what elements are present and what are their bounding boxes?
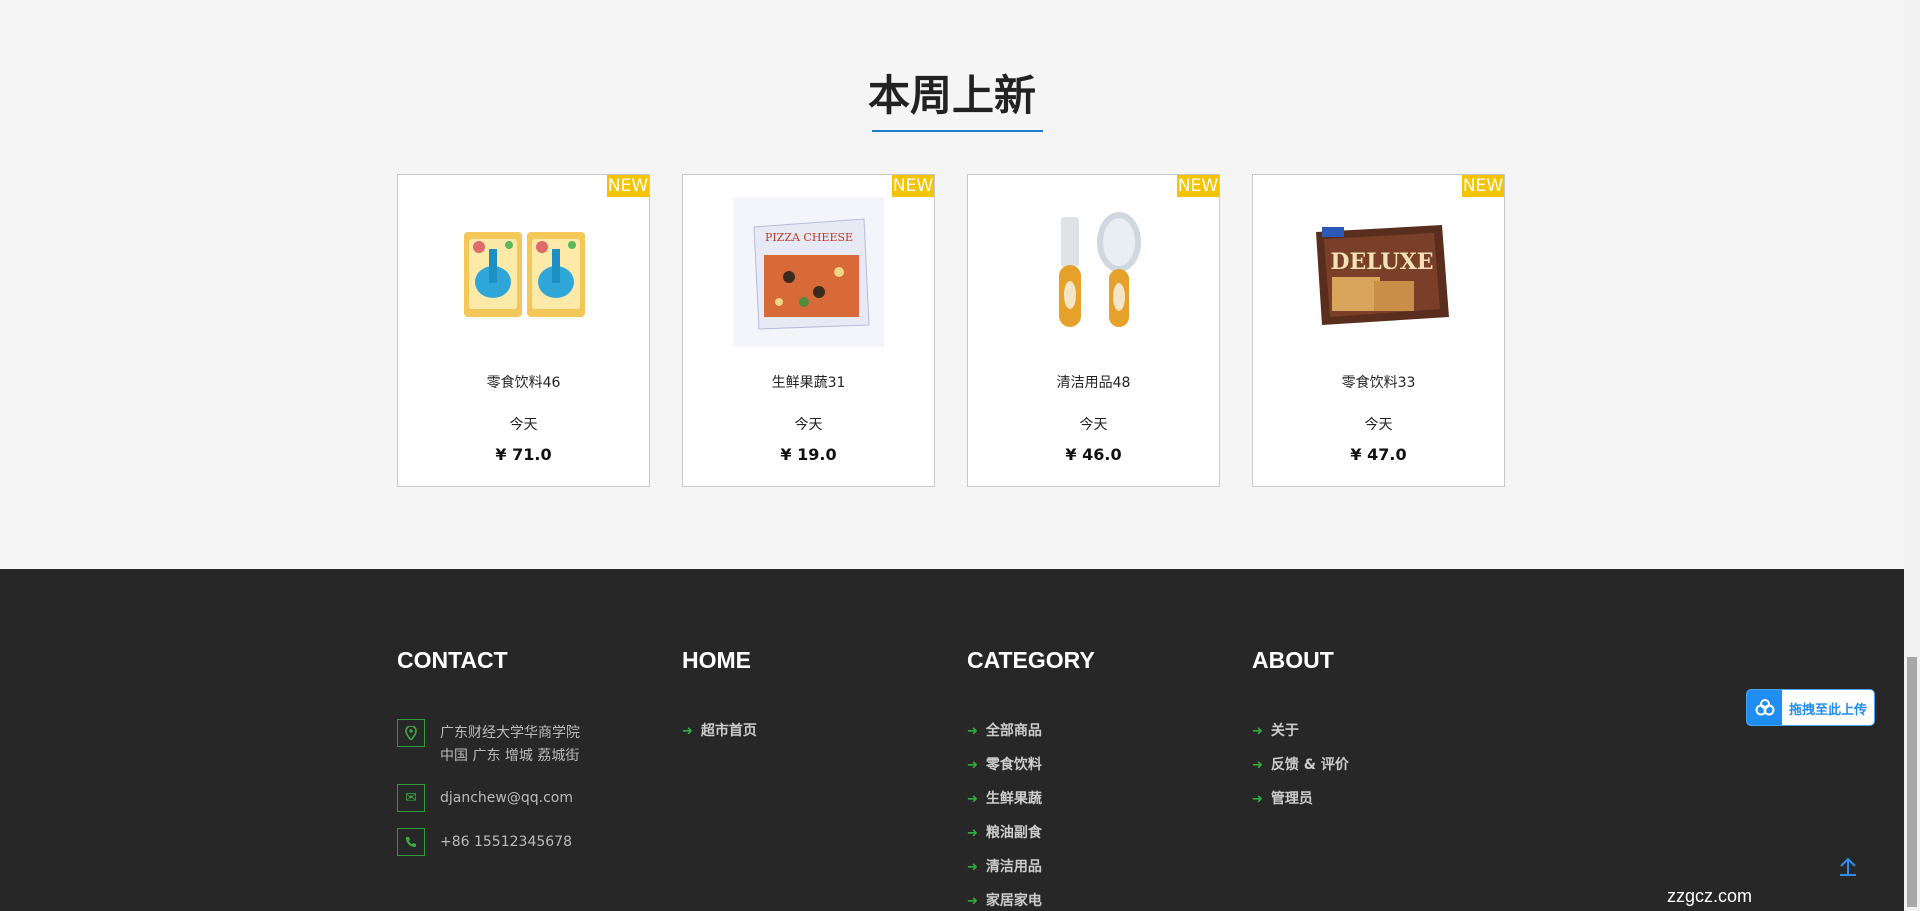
link-label: 全部商品 xyxy=(985,723,1042,739)
link-label: 家居家电 xyxy=(985,893,1042,909)
arrow-right-icon: ➜ xyxy=(682,724,693,739)
product-price: ¥ 71.0 xyxy=(495,445,552,464)
link-label: 超市首页 xyxy=(700,723,757,739)
contact-email: ✉ djanchew@qq.com xyxy=(397,784,617,812)
footer-link-all-products[interactable]: ➜ 全部商品 xyxy=(967,720,1042,740)
svg-text:DELUXE: DELUXE xyxy=(1330,249,1433,275)
svg-text:PIZZA CHEESE: PIZZA CHEESE xyxy=(764,231,852,244)
footer-contact-title: CONTACT xyxy=(397,647,508,673)
arrow-right-icon: ➜ xyxy=(967,758,978,773)
arrow-right-icon: ➜ xyxy=(967,860,978,875)
product-image[interactable]: PIZZA CHEESE xyxy=(733,197,884,347)
arrow-right-icon: ➜ xyxy=(967,894,978,909)
arrow-right-icon: ➜ xyxy=(967,826,978,841)
product-card[interactable]: NEW PIZZA CHEESE 生鲜果蔬31 今天 ¥ 19.0 xyxy=(682,174,935,487)
upload-label: 拖拽至此上传 xyxy=(1789,703,1868,718)
link-label: 零食饮料 xyxy=(985,757,1042,773)
drag-upload-button[interactable]: 拖拽至此上传 xyxy=(1746,689,1875,726)
email-text[interactable]: djanchew@qq.com xyxy=(440,787,573,810)
product-date: 今天 xyxy=(509,417,538,433)
new-badge: NEW xyxy=(1462,175,1504,197)
contact-address: 广东财经大学华商学院 中国 广东 增城 荔城街 xyxy=(397,719,617,765)
product-image[interactable] xyxy=(1019,197,1169,347)
arrow-right-icon: ➜ xyxy=(967,792,978,807)
new-badge: NEW xyxy=(607,175,649,197)
link-label: 粮油副食 xyxy=(985,825,1042,841)
cloud-upload-icon xyxy=(1747,690,1782,725)
product-card[interactable]: NEW DELUXE 零食饮料33 今天 ¥ 47.0 xyxy=(1252,174,1505,487)
link-label: 清洁用品 xyxy=(985,859,1042,875)
footer-home-title: HOME xyxy=(682,647,751,673)
new-badge: NEW xyxy=(1177,175,1219,197)
phone-icon xyxy=(397,828,425,856)
product-card[interactable]: NEW 零食饮料46 今天 ¥ 71.0 xyxy=(397,174,650,487)
footer-link-feedback[interactable]: ➜ 反馈 & 评价 xyxy=(1252,754,1349,774)
footer-link-snacks-drinks[interactable]: ➜ 零食饮料 xyxy=(967,754,1042,774)
link-label: 反馈 & 评价 xyxy=(1270,757,1349,773)
footer-link-home-appliances[interactable]: ➜ 家居家电 xyxy=(967,890,1042,910)
product-price: ¥ 46.0 xyxy=(1065,445,1122,464)
footer-link-fresh-produce[interactable]: ➜ 生鲜果蔬 xyxy=(967,788,1042,808)
footer-link-admin[interactable]: ➜ 管理员 xyxy=(1252,788,1313,808)
product-date: 今天 xyxy=(1364,417,1393,433)
envelope-icon: ✉ xyxy=(397,784,425,812)
footer-link-supermarket-home[interactable]: ➜ 超市首页 xyxy=(682,720,757,740)
footer-link-grain-oil[interactable]: ➜ 粮油副食 xyxy=(967,822,1042,842)
footer-link-cleaning[interactable]: ➜ 清洁用品 xyxy=(967,856,1042,876)
title-underline xyxy=(872,130,1043,132)
phone-text[interactable]: +86 15512345678 xyxy=(440,831,572,854)
product-price: ¥ 47.0 xyxy=(1350,445,1407,464)
back-to-top-icon[interactable] xyxy=(1836,856,1860,880)
product-name[interactable]: 清洁用品48 xyxy=(968,372,1219,392)
link-label: 管理员 xyxy=(1270,791,1313,807)
location-pin-icon xyxy=(397,719,425,747)
address-line1: 广东财经大学华商学院 xyxy=(440,725,580,741)
product-name[interactable]: 零食饮料33 xyxy=(1253,372,1504,392)
product-price: ¥ 19.0 xyxy=(780,445,837,464)
product-name[interactable]: 生鲜果蔬31 xyxy=(683,372,934,392)
new-badge: NEW xyxy=(892,175,934,197)
product-date: 今天 xyxy=(1079,417,1108,433)
section-title: 本周上新 xyxy=(867,71,1036,120)
product-card[interactable]: NEW 清洁用品48 今天 ¥ 46.0 xyxy=(967,174,1220,487)
contact-phone: +86 15512345678 xyxy=(397,828,617,856)
link-label: 生鲜果蔬 xyxy=(985,791,1042,807)
arrow-right-icon: ➜ xyxy=(1252,758,1263,773)
site-footer: CONTACT 广东财经大学华商学院 中国 广东 增城 荔城街 ✉ djanch… xyxy=(0,569,1904,911)
scrollbar-thumb[interactable] xyxy=(1907,657,1917,907)
address-line2: 中国 广东 增城 荔城街 xyxy=(440,748,580,764)
product-date: 今天 xyxy=(794,417,823,433)
footer-link-about[interactable]: ➜ 关于 xyxy=(1252,720,1299,740)
arrow-right-icon: ➜ xyxy=(967,724,978,739)
footer-category-title: CATEGORY xyxy=(967,647,1095,673)
page-scrollbar[interactable] xyxy=(1904,0,1920,911)
footer-about-title: ABOUT xyxy=(1252,647,1334,673)
product-image[interactable] xyxy=(449,197,599,347)
new-this-week-section: 本周上新 NEW 零食饮料46 今天 ¥ 71.0 NEW PIZZA CHEE… xyxy=(0,0,1904,569)
link-label: 关于 xyxy=(1270,723,1299,739)
address-text: 广东财经大学华商学院 中国 广东 增城 荔城街 xyxy=(440,722,580,768)
watermark-text: zzgcz.com xyxy=(1667,886,1753,906)
product-name[interactable]: 零食饮料46 xyxy=(398,372,649,392)
product-image[interactable]: DELUXE xyxy=(1304,197,1454,347)
arrow-right-icon: ➜ xyxy=(1252,724,1263,739)
arrow-right-icon: ➜ xyxy=(1252,792,1263,807)
